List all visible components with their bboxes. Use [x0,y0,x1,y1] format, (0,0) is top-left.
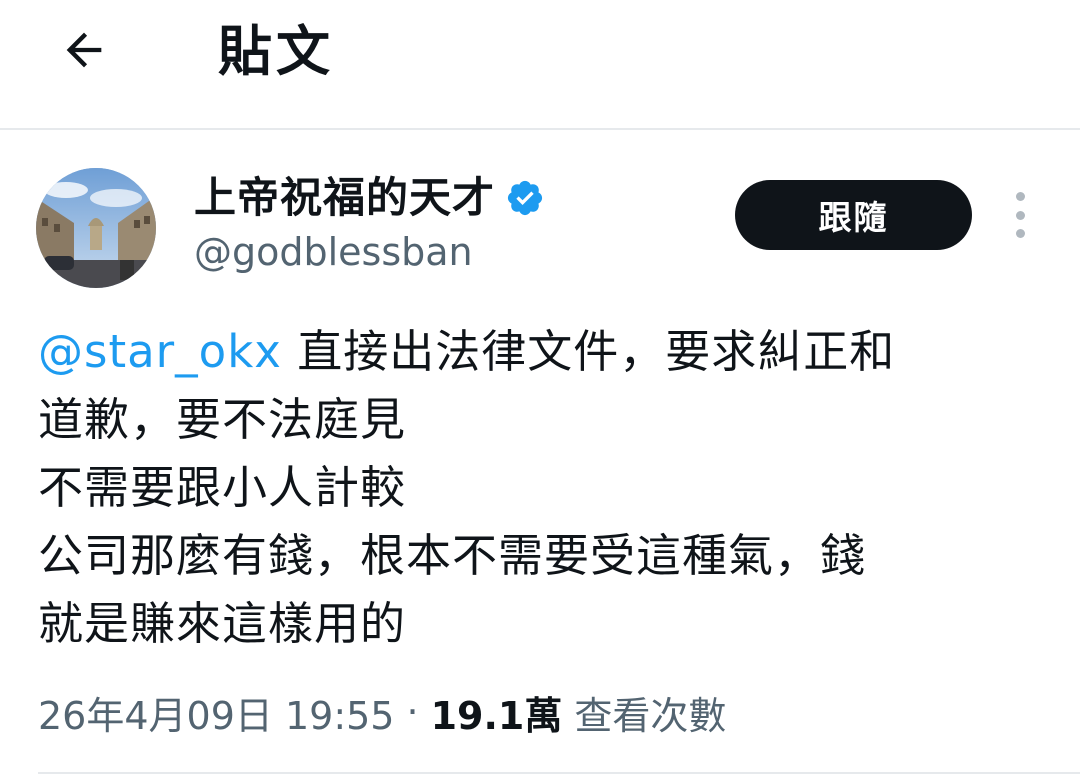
more-vertical-icon-dot [1015,210,1025,220]
top-bar: 貼文 [0,0,1080,130]
tweet-meta: 26年4月09日 19:55 · 19.1萬 查看次數 [38,684,726,740]
author-handle[interactable]: @godblessban [194,226,473,278]
more-vertical-icon-dot [1015,229,1025,238]
more-options-button[interactable] [1004,192,1036,238]
page-title: 貼文 [218,20,334,83]
back-button[interactable] [52,18,116,82]
follow-button[interactable]: 跟隨 [735,180,972,250]
views-label: 查看次數 [574,693,727,738]
mention-link[interactable]: @star_okx [38,325,282,378]
avatar[interactable] [36,168,156,288]
divider [38,772,1080,774]
tweet-text: @star_okx 直接出法律文件，要求糾正和 道歉，要不法庭見 不需要跟小人計… [38,318,1048,658]
verified-badge-icon [507,180,543,216]
tweet-timestamp[interactable]: 26年4月09日 19:55 [38,685,394,740]
views-count: 19.1萬 [430,693,563,738]
meta-separator: · [406,690,419,734]
tweet-line-5: 就是賺來這樣用的 [38,597,407,650]
arrow-left-icon [66,32,102,68]
tweet-line-2: 道歉，要不法庭見 [38,393,407,446]
tweet-line-3: 不需要跟小人計較 [38,461,407,514]
tweet-line-1-text: 直接出法律文件，要求糾正和 [281,325,896,378]
tweet-line-4: 公司那麼有錢，根本不需要受這種氣，錢 [38,529,867,582]
street-photo-avatar [36,168,156,288]
author-display-name[interactable]: 上帝祝福的天才 [194,170,495,226]
author-name-row: 上帝祝福的天才 [194,170,545,226]
more-vertical-icon-dot [1015,192,1025,201]
tweet-line-1: @star_okx 直接出法律文件，要求糾正和 [38,318,1048,386]
